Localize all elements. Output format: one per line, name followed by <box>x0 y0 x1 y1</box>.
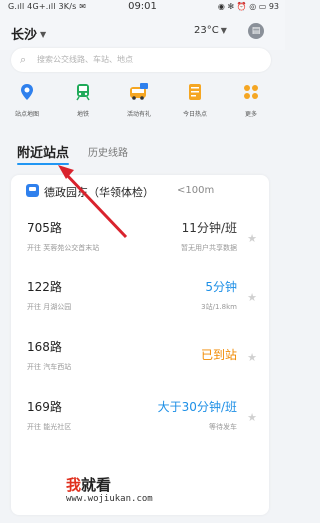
quick-item-subway[interactable]: 地铁 <box>61 81 105 118</box>
route-eta: 5分钟 <box>205 280 237 294</box>
quick-item-label: 地铁 <box>76 111 89 118</box>
star-icon[interactable]: ★ <box>247 291 257 304</box>
city-selector[interactable]: 长沙 ▼ <box>11 24 46 43</box>
route-destination: 开往 能光社区 <box>27 423 72 431</box>
nearby-stop-card: 德政园东（华领体检） <100m 705路 开往 芙蓉苑公交首末站 11分钟/班… <box>11 175 269 515</box>
quick-item-activity[interactable]: 活动有礼 <box>117 81 161 118</box>
stop-header[interactable]: 德政园东（华领体检） <100m <box>11 175 269 209</box>
tab-label: 历史线路 <box>88 148 128 159</box>
stop-map-icon <box>16 81 38 103</box>
stop-distance: <100m <box>177 185 215 196</box>
hot-news-icon <box>184 81 206 103</box>
more-grid-icon <box>240 81 262 103</box>
route-eta: 11分钟/班 <box>181 221 237 235</box>
route-name: 705路 <box>27 221 62 235</box>
star-icon[interactable]: ★ <box>247 351 257 364</box>
route-destination: 开往 汽车西站 <box>27 363 72 371</box>
route-row[interactable]: 168路 开往 汽车西站 已到站 ★ <box>11 330 269 388</box>
route-name: 168路 <box>27 340 62 354</box>
temperature: 23°C <box>194 25 219 36</box>
route-row[interactable]: 705路 开往 芙蓉苑公交首末站 11分钟/班 暂无用户共享数据 ★ <box>11 211 269 269</box>
tab-bar: 附近站点 历史线路 <box>0 136 285 166</box>
bus-stop-icon <box>26 184 39 197</box>
subway-icon <box>72 81 94 103</box>
quick-item-hot[interactable]: 今日热点 <box>173 81 217 118</box>
header: 长沙 ▼ 23°C ▼ ▤ <box>0 14 285 50</box>
quick-item-label: 今日热点 <box>182 111 207 118</box>
route-row[interactable]: 169路 开往 能光社区 大于30分钟/班 等待发车 ★ <box>11 390 269 448</box>
quick-item-label: 活动有礼 <box>126 111 151 118</box>
tab-label: 附近站点 <box>17 146 70 161</box>
tab-history-routes[interactable]: 历史线路 <box>88 144 128 159</box>
weather-selector[interactable]: 23°C ▼ <box>194 25 227 36</box>
quick-item-label: 更多 <box>244 111 257 118</box>
route-name: 169路 <box>27 400 62 414</box>
star-icon[interactable]: ★ <box>247 411 257 424</box>
gift-bus-icon <box>128 81 150 103</box>
chat-bubble-icon[interactable]: ▤ <box>248 23 264 39</box>
star-icon[interactable]: ★ <box>247 232 257 245</box>
route-eta: 大于30分钟/班 <box>157 400 237 414</box>
quick-item-label: 站点地图 <box>14 111 39 118</box>
search-placeholder: 搜索公交线路、车站、地点 <box>37 55 133 64</box>
watermark-logo: 我就看 <box>66 476 112 494</box>
route-destination: 开往 芙蓉苑公交首末站 <box>27 244 100 252</box>
active-tab-indicator <box>17 163 69 165</box>
quick-access-bar: 站点地图 地铁 活动有礼 今日热点 更多 <box>0 81 285 131</box>
route-name: 122路 <box>27 280 62 294</box>
route-destination: 开往 月湖公园 <box>27 303 72 311</box>
quick-item-more[interactable]: 更多 <box>229 81 273 118</box>
tab-nearby-stops[interactable]: 附近站点 <box>17 142 70 165</box>
quick-item-stop-map[interactable]: 站点地图 <box>5 81 49 118</box>
stop-name: 德政园东（华领体检） <box>44 186 154 199</box>
route-eta-detail: 3站/1.8km <box>201 303 237 311</box>
system-icons: ◉ ✻ ⏰ ◎ ▭ 93 <box>217 2 279 11</box>
route-eta: 已到站 <box>200 348 237 362</box>
watermark-url: www.wojiukan.com <box>66 494 153 504</box>
chevron-down-icon: ▼ <box>40 30 47 39</box>
city-name: 长沙 <box>11 28 38 43</box>
status-bar: G.ıll 4G+.ıll 3K/s ✉ 09:01 ◉ ✻ ⏰ ◎ ▭ 93 <box>0 0 285 14</box>
search-icon: ⌕ <box>20 53 27 66</box>
search-bar[interactable]: ⌕ 搜索公交线路、车站、地点 <box>11 48 271 72</box>
route-row[interactable]: 122路 开往 月湖公园 5分钟 3站/1.8km ★ <box>11 270 269 328</box>
route-eta-detail: 暂无用户共享数据 <box>181 244 237 252</box>
chevron-down-icon: ▼ <box>220 26 227 35</box>
route-eta-detail: 等待发车 <box>209 423 237 431</box>
watermark: 我就看 www.wojiukan.com <box>0 476 285 523</box>
